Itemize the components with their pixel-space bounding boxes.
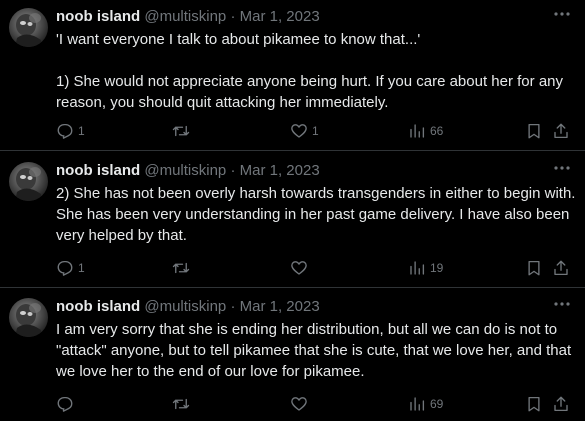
separator-dot: · bbox=[230, 8, 236, 25]
author-handle[interactable]: @multiskinp bbox=[144, 298, 226, 315]
tweet-actions: 1 1 66 bbox=[56, 121, 585, 141]
avatar[interactable] bbox=[9, 298, 48, 337]
retweet-button[interactable] bbox=[172, 121, 194, 141]
more-icon[interactable] bbox=[551, 295, 573, 313]
like-button[interactable]: 1 bbox=[290, 121, 319, 141]
tweet[interactable]: noob island @multiskinp · Mar 1, 2023 I … bbox=[0, 290, 585, 421]
views-count: 19 bbox=[430, 261, 444, 275]
author-name[interactable]: noob island bbox=[56, 298, 140, 315]
tweet-header: noob island @multiskinp · Mar 1, 2023 bbox=[56, 161, 320, 180]
bookmark-icon bbox=[525, 395, 543, 413]
more-icon[interactable] bbox=[551, 5, 573, 23]
tweet-date[interactable]: Mar 1, 2023 bbox=[240, 8, 320, 25]
tweet-date[interactable]: Mar 1, 2023 bbox=[240, 162, 320, 179]
like-button[interactable] bbox=[290, 394, 312, 414]
reply-icon bbox=[56, 395, 74, 413]
reply-button[interactable] bbox=[56, 394, 78, 414]
like-icon bbox=[290, 122, 308, 140]
separator-dot: · bbox=[230, 162, 236, 179]
tweet-actions: 69 bbox=[56, 394, 585, 414]
reply-button[interactable]: 1 bbox=[56, 121, 85, 141]
retweet-icon bbox=[172, 395, 190, 413]
tweet[interactable]: noob island @multiskinp · Mar 1, 2023 'I… bbox=[0, 0, 585, 147]
reply-icon bbox=[56, 259, 74, 277]
bookmark-button[interactable] bbox=[525, 121, 543, 141]
retweet-icon bbox=[172, 259, 190, 277]
reply-count: 1 bbox=[78, 124, 85, 138]
views-button[interactable]: 19 bbox=[408, 258, 443, 278]
bookmark-button[interactable] bbox=[525, 258, 543, 278]
tweet[interactable]: noob island @multiskinp · Mar 1, 2023 2)… bbox=[0, 154, 585, 288]
retweet-button[interactable] bbox=[172, 394, 194, 414]
like-icon bbox=[290, 395, 308, 413]
author-name[interactable]: noob island bbox=[56, 8, 140, 25]
views-button[interactable]: 69 bbox=[408, 394, 443, 414]
views-count: 69 bbox=[430, 397, 444, 411]
share-button[interactable] bbox=[552, 394, 570, 414]
separator-dot: · bbox=[230, 298, 236, 315]
views-count: 66 bbox=[430, 124, 444, 138]
tweet-divider bbox=[0, 150, 585, 151]
reply-button[interactable]: 1 bbox=[56, 258, 85, 278]
avatar[interactable] bbox=[9, 8, 48, 47]
views-icon bbox=[408, 122, 426, 140]
bookmark-icon bbox=[525, 259, 543, 277]
retweet-icon bbox=[172, 122, 190, 140]
tweet-date[interactable]: Mar 1, 2023 bbox=[240, 298, 320, 315]
tweet-header: noob island @multiskinp · Mar 1, 2023 bbox=[56, 7, 320, 26]
tweet-actions: 1 19 bbox=[56, 258, 585, 278]
tweet-text: I am very sorry that she is ending her d… bbox=[56, 321, 576, 380]
bookmark-icon bbox=[525, 122, 543, 140]
tweet-header: noob island @multiskinp · Mar 1, 2023 bbox=[56, 297, 320, 316]
share-icon bbox=[552, 395, 570, 413]
tweet-text: 2) She has not been overly harsh towards… bbox=[56, 185, 580, 244]
like-count: 1 bbox=[312, 124, 319, 138]
like-button[interactable] bbox=[290, 258, 312, 278]
author-name[interactable]: noob island bbox=[56, 162, 140, 179]
reply-icon bbox=[56, 122, 74, 140]
like-icon bbox=[290, 259, 308, 277]
share-button[interactable] bbox=[552, 258, 570, 278]
views-button[interactable]: 66 bbox=[408, 121, 443, 141]
bookmark-button[interactable] bbox=[525, 394, 543, 414]
views-icon bbox=[408, 395, 426, 413]
share-icon bbox=[552, 122, 570, 140]
views-icon bbox=[408, 259, 426, 277]
avatar[interactable] bbox=[9, 162, 48, 201]
reply-count: 1 bbox=[78, 261, 85, 275]
share-icon bbox=[552, 259, 570, 277]
tweet-divider bbox=[0, 287, 585, 288]
more-icon[interactable] bbox=[551, 159, 573, 177]
tweet-text: 'I want everyone I talk to about pikamee… bbox=[56, 31, 563, 111]
author-handle[interactable]: @multiskinp bbox=[144, 162, 226, 179]
share-button[interactable] bbox=[552, 121, 570, 141]
author-handle[interactable]: @multiskinp bbox=[144, 8, 226, 25]
retweet-button[interactable] bbox=[172, 258, 194, 278]
